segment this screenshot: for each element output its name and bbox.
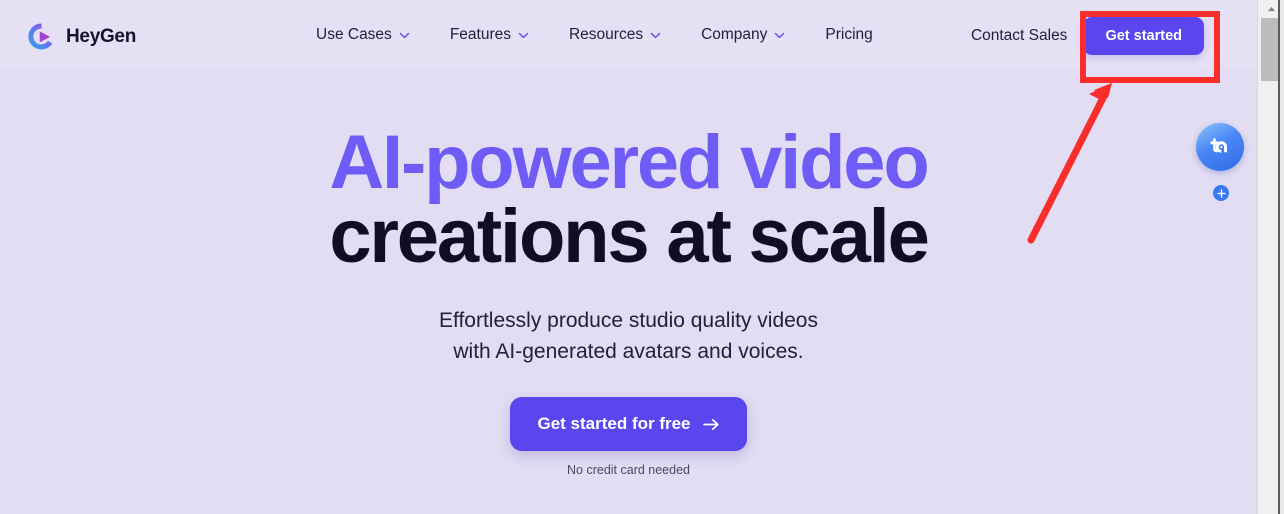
hero-title-line-2: creations at scale <box>329 194 930 279</box>
hero-cta-container: Get started for free No credit card need… <box>0 367 1257 477</box>
triangle-up-icon <box>1267 6 1275 11</box>
heygen-play-swirl-logo <box>28 23 53 49</box>
brand-name: HeyGen <box>66 25 137 47</box>
brand-logo-link[interactable]: HeyGen <box>26 19 136 53</box>
widget-expand-button[interactable] <box>1213 185 1229 201</box>
hero-title-line-1: AI-powered video <box>329 120 929 205</box>
nav-item-label: Pricing <box>825 26 873 43</box>
contact-sales-link[interactable]: Contact Sales <box>971 16 1068 56</box>
nav-item-label: Company <box>701 26 768 43</box>
hero-section: AI-powered video creations at scale Effo… <box>0 70 1257 514</box>
plus-icon <box>1216 188 1226 198</box>
nav-item-use-cases[interactable]: Use Cases <box>316 22 432 48</box>
chevron-down-icon <box>650 32 661 38</box>
chat-assistant-button[interactable] <box>1196 123 1244 171</box>
nav-item-label: Use Cases <box>316 26 392 43</box>
cta-note: No credit card needed <box>567 463 690 477</box>
nav-item-label: Resources <box>568 26 644 43</box>
window-edge <box>1278 0 1284 514</box>
nav-item-label: Features <box>449 26 511 43</box>
browser-viewport: HeyGen Use Cases Features Resources Comp… <box>0 0 1284 514</box>
hero-subtitle-line-2: with AI-generated avatars and voices. <box>453 340 804 363</box>
cta-label: Get started for free <box>537 414 691 433</box>
nav-item-pricing[interactable]: Pricing <box>825 22 872 48</box>
main-navigation: Use Cases Features Resources Company Pri… <box>316 22 873 48</box>
chevron-down-icon <box>775 32 785 38</box>
nav-item-company[interactable]: Company <box>701 22 807 48</box>
header-actions: Contact Sales Get started <box>971 16 1204 56</box>
site-header: HeyGen Use Cases Features Resources Comp… <box>0 0 1257 70</box>
page-title: AI-powered video creations at scale <box>0 70 1257 279</box>
arrow-right-icon <box>702 418 719 430</box>
chevron-down-icon <box>518 32 529 38</box>
webpage-content: HeyGen Use Cases Features Resources Comp… <box>0 0 1257 514</box>
get-started-for-free-button[interactable]: Get started for free <box>510 397 747 451</box>
nav-item-resources[interactable]: Resources <box>569 22 683 48</box>
hero-subtitle: Effortlessly produce studio quality vide… <box>0 274 1257 367</box>
hero-subtitle-line-1: Effortlessly produce studio quality vide… <box>439 309 818 332</box>
get-started-button[interactable]: Get started <box>1083 17 1204 55</box>
nav-item-features[interactable]: Features <box>450 22 551 48</box>
chat-assistant-icon <box>1210 138 1227 153</box>
chevron-down-icon <box>399 32 410 38</box>
